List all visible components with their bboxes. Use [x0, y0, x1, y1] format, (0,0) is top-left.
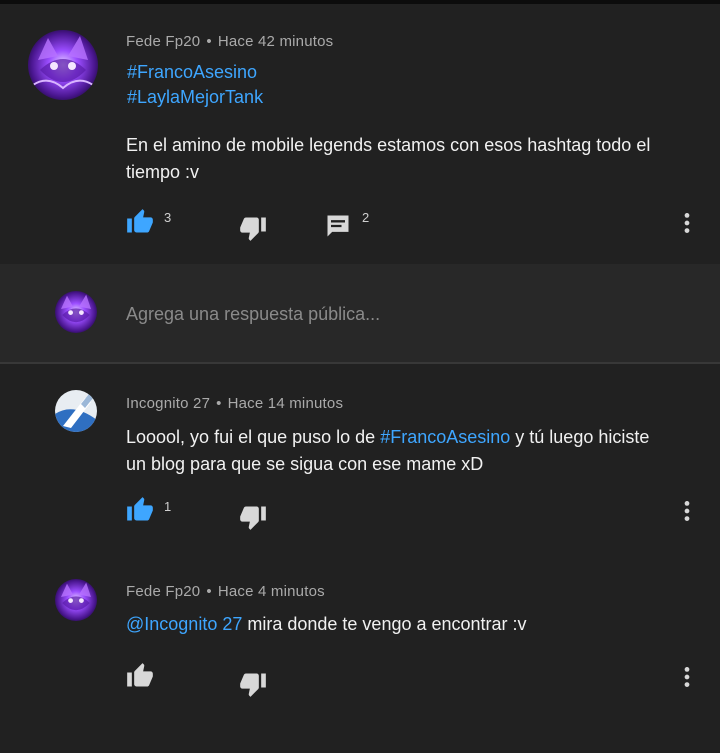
comment-icon[interactable]	[324, 212, 352, 240]
comment-text-line: tiempo :v	[126, 162, 200, 182]
mention-link[interactable]: @Incognito 27	[126, 614, 242, 634]
reply-text: Looool, yo fui el que puso lo de #Franco…	[126, 424, 716, 478]
like-count: 3	[164, 210, 172, 225]
reply-text-segment: Looool, yo fui el que puso lo de	[126, 427, 381, 447]
separator-dot: •	[206, 583, 212, 600]
separator-dot: •	[206, 33, 212, 50]
reply-text-line: Looool, yo fui el que puso lo de #Franco…	[126, 424, 716, 451]
avatar[interactable]	[55, 390, 97, 432]
timestamp: Hace 4 minutos	[217, 583, 325, 600]
timestamp: Hace 42 minutos	[217, 33, 334, 50]
thumb-down-icon[interactable]	[239, 214, 267, 242]
timestamp: Hace 14 minutos	[227, 395, 344, 412]
author-name[interactable]: Fede Fp20	[126, 583, 200, 600]
replies-list: Incognito 27 • Hace 14 minutos Looool, yo …	[0, 364, 720, 753]
thumb-down-icon[interactable]	[239, 670, 267, 698]
thumb-down-icon[interactable]	[239, 503, 267, 531]
thumb-up-icon[interactable]	[126, 208, 154, 236]
hashtag-link[interactable]: #FrancoAsesino	[127, 62, 257, 83]
separator-dot: •	[216, 395, 222, 412]
reply-input-row: Agrega una respuesta pública...	[0, 264, 720, 364]
reply-count: 2	[362, 210, 370, 225]
hashtag-link[interactable]: #FrancoAsesino	[380, 427, 510, 447]
main-comment: Fede Fp20 • Hace 42 minutos #FrancoAsesino…	[0, 4, 720, 264]
more-vert-icon[interactable]	[674, 210, 700, 236]
comment-text: En el amino de mobile legends estamos co…	[126, 132, 696, 186]
reply-input[interactable]: Agrega una respuesta pública...	[126, 304, 380, 325]
thumb-up-icon[interactable]	[126, 662, 154, 690]
avatar[interactable]	[28, 30, 98, 100]
like-count: 1	[164, 499, 172, 514]
reply-meta: Fede Fp20 • Hace 4 minutos	[126, 583, 325, 600]
reply-text-line: un blog para que se sigua con ese mame x…	[126, 454, 484, 474]
comment-text-line: En el amino de mobile legends estamos co…	[126, 135, 651, 155]
hashtag-link[interactable]: #LaylaMejorTank	[127, 87, 263, 108]
avatar[interactable]	[55, 579, 97, 621]
author-name[interactable]: Fede Fp20	[126, 33, 200, 50]
reply-text: @Incognito 27 mira donde te vengo a enco…	[126, 611, 716, 638]
avatar[interactable]	[55, 291, 97, 333]
thumb-up-icon[interactable]	[126, 496, 154, 524]
more-vert-icon[interactable]	[674, 664, 700, 690]
author-name[interactable]: Incognito 27	[126, 395, 210, 412]
comment-meta: Fede Fp20 • Hace 42 minutos	[126, 33, 333, 50]
reply-meta: Incognito 27 • Hace 14 minutos	[126, 395, 343, 412]
reply-text-segment: mira donde te vengo a encontrar :v	[242, 614, 527, 634]
more-vert-icon[interactable]	[674, 498, 700, 524]
reply-text-segment: y tú luego hiciste	[510, 427, 650, 447]
